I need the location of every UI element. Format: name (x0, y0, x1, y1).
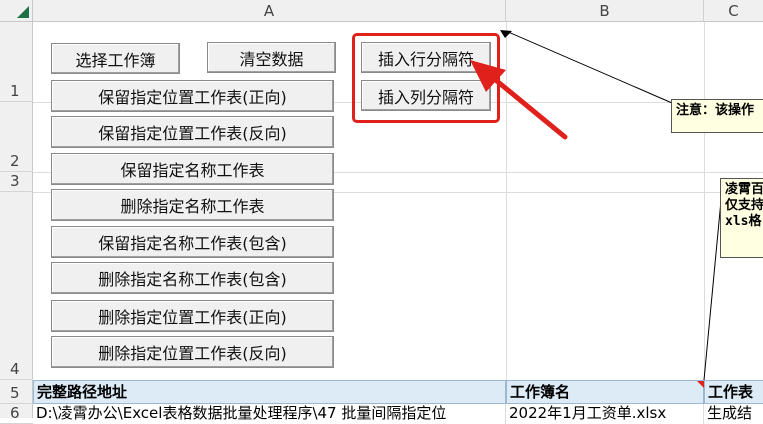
comment-connector-line (505, 30, 673, 104)
comment-indicator-icon (697, 381, 704, 388)
comment-box-1: 注意：该操作 (671, 99, 763, 133)
header-cell-workbook-name[interactable]: 工作簿名 (506, 380, 704, 404)
header-cell-worksheet[interactable]: 工作表 (704, 380, 763, 404)
data-cell-worksheet[interactable]: 生成结 (704, 404, 763, 424)
data-cell-full-path[interactable]: D:\凌霄办公\Excel表格数据批量处理程序\47 批量间隔指定位 (33, 404, 506, 424)
comment-box-2: 凌霄百 仅支持 xls格 (720, 178, 763, 258)
comment-arrowhead-icon (500, 30, 512, 38)
header-cell-full-path[interactable]: 完整路径地址 (33, 380, 506, 404)
data-cell-workbook-name[interactable]: 2022年1月工资单.xlsx (506, 404, 704, 424)
red-arrow-shaft (489, 74, 568, 140)
annotation-overlay (470, 30, 723, 381)
